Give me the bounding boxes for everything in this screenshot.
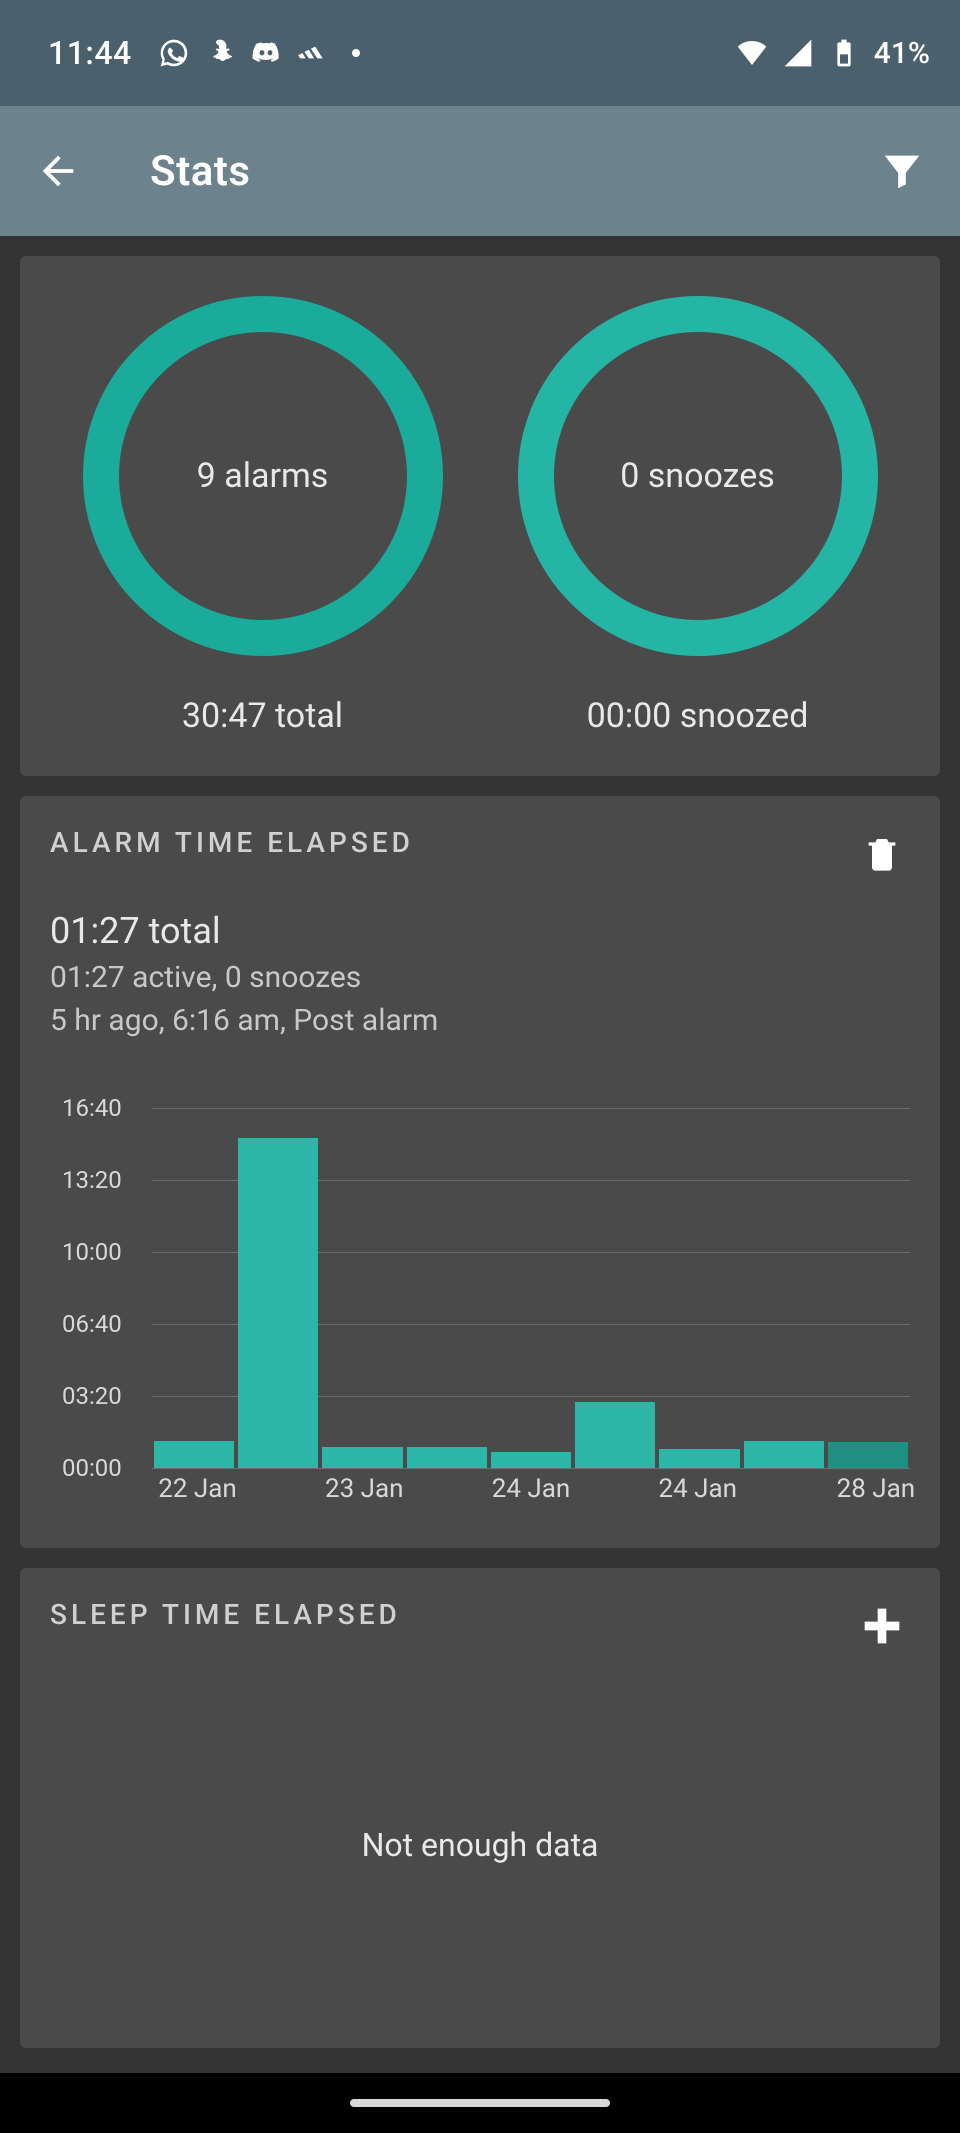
- alarms-stat: 9 alarms 30:47 total: [83, 296, 443, 736]
- plus-icon: [856, 1600, 908, 1652]
- cellular-signal-icon: [782, 37, 814, 69]
- alarm-when-line: 5 hr ago, 6:16 am, Post alarm: [50, 1003, 910, 1038]
- page-title: Stats: [150, 147, 810, 196]
- trash-icon: [862, 834, 902, 874]
- chart-x-label: 23 Jan: [325, 1474, 404, 1504]
- chart-bar[interactable]: [407, 1447, 487, 1468]
- arrow-left-icon: [35, 148, 81, 194]
- chart-y-label: 03:20: [62, 1384, 148, 1408]
- chart-gridline: [152, 1468, 910, 1469]
- sleep-card-title: SLEEP TIME ELAPSED: [50, 1598, 401, 1631]
- notification-dot-icon: [352, 49, 360, 57]
- android-nav-bar: [0, 2073, 960, 2133]
- chart-x-label: 24 Jan: [658, 1474, 737, 1504]
- discord-icon: [250, 37, 282, 69]
- chart-bar[interactable]: [491, 1452, 571, 1469]
- snoozes-ring-label: 0 snoozes: [620, 456, 775, 496]
- android-status-bar: 11:44 41%: [0, 0, 960, 106]
- status-clock: 11:44: [48, 34, 132, 72]
- adidas-icon: [296, 37, 328, 69]
- chart-y-label: 16:40: [62, 1096, 148, 1120]
- chart-bar[interactable]: [154, 1441, 234, 1468]
- chart-y-label: 00:00: [62, 1456, 148, 1480]
- delete-button[interactable]: [854, 826, 910, 882]
- home-indicator[interactable]: [350, 2099, 610, 2107]
- filter-button[interactable]: [872, 141, 932, 201]
- app-bar: Stats: [0, 106, 960, 236]
- battery-icon: [828, 37, 860, 69]
- chart-bar[interactable]: [744, 1441, 824, 1468]
- chart-bar[interactable]: [828, 1442, 908, 1468]
- summary-card: 9 alarms 30:47 total 0 snoozes 00:00 sno…: [20, 256, 940, 776]
- alarm-bar-chart[interactable]: 16:4013:2010:0006:4003:2000:00 22 Jan23 …: [62, 1108, 910, 1508]
- snapchat-icon: [204, 37, 236, 69]
- chart-y-label: 06:40: [62, 1312, 148, 1336]
- sleep-no-data-message: Not enough data: [362, 1826, 599, 1864]
- chart-x-label: 22 Jan: [158, 1474, 237, 1504]
- content-area: 9 alarms 30:47 total 0 snoozes 00:00 sno…: [0, 236, 960, 2073]
- alarm-active-line: 01:27 active, 0 snoozes: [50, 960, 910, 995]
- battery-percent: 41%: [874, 36, 930, 71]
- whatsapp-icon: [158, 37, 190, 69]
- alarm-detail-block: 01:27 total 01:27 active, 0 snoozes 5 hr…: [50, 910, 910, 1038]
- back-button[interactable]: [28, 141, 88, 201]
- alarms-ring: 9 alarms: [83, 296, 443, 656]
- chart-bar[interactable]: [238, 1138, 318, 1468]
- add-button[interactable]: [854, 1598, 910, 1654]
- chart-bar[interactable]: [322, 1447, 402, 1468]
- chart-x-label: 28 Jan: [837, 1474, 916, 1504]
- alarm-total: 01:27 total: [50, 910, 910, 952]
- chart-bar[interactable]: [575, 1402, 655, 1468]
- chart-y-label: 13:20: [62, 1168, 148, 1192]
- chart-bar[interactable]: [659, 1449, 739, 1469]
- alarms-ring-label: 9 alarms: [197, 456, 329, 496]
- alarm-card-title: ALARM TIME ELAPSED: [50, 826, 414, 859]
- chart-x-label: 24 Jan: [492, 1474, 571, 1504]
- filter-icon: [879, 148, 925, 194]
- snoozes-subtext: 00:00 snoozed: [587, 696, 809, 736]
- alarm-time-elapsed-card: ALARM TIME ELAPSED 01:27 total 01:27 act…: [20, 796, 940, 1548]
- wifi-icon: [736, 37, 768, 69]
- alarms-subtext: 30:47 total: [182, 696, 343, 736]
- snoozes-ring: 0 snoozes: [518, 296, 878, 656]
- snoozes-stat: 0 snoozes 00:00 snoozed: [518, 296, 878, 736]
- sleep-time-elapsed-card: SLEEP TIME ELAPSED Not enough data: [20, 1568, 940, 2048]
- chart-y-label: 10:00: [62, 1240, 148, 1264]
